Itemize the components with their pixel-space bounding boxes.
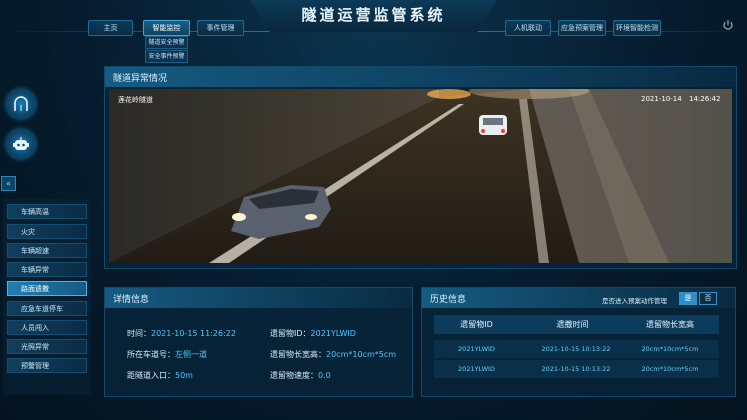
menu-item-speeding[interactable]: 车辆超速 [7, 243, 87, 258]
detail-size-label: 遗留物长宽高： [270, 350, 326, 359]
detail-distance-value: 50m [175, 371, 193, 380]
detail-time-value: 2021-10-15 11:26:22 [151, 329, 236, 338]
column-header-object-size: 遗留物长宽高 [646, 320, 694, 329]
nav-home-button[interactable]: 主页 [88, 20, 133, 36]
plan-action-switch-label: 是否进入预案动作管理 [602, 297, 667, 305]
detail-time: 时间：2021-10-15 11:26:22 [127, 328, 236, 339]
detail-speed: 遗留物速度：0.0 [270, 370, 331, 381]
detail-panel-header: 详情信息 [105, 288, 412, 308]
table-cell-object-size: 20cm*10cm*5cm [641, 345, 699, 353]
monitor-submenu: 隧道安全预警 安全事件预警 [145, 36, 188, 64]
tunnel-camera-image [109, 89, 732, 263]
camera-name-label: 莲花岭隧道 [118, 96, 153, 104]
submenu-item-event-warning[interactable]: 安全事件预警 [145, 50, 188, 63]
table-cell-spill-time: 2021-10-15 10:13:22 [541, 345, 611, 353]
alert-type-menu: 车辆高温 火灾 车辆超速 车辆异常 路面遗撒 应急车道停车 人员闯入 光照异常 … [3, 199, 91, 395]
submenu-item-safety-warning[interactable]: 隧道安全预警 [145, 36, 188, 49]
nav-monitor-button[interactable]: 智能监控 [143, 20, 190, 36]
app-root: 隧道运营监管系统 主页 智能监控 事件管理 隧道安全预警 安全事件预警 人机联动… [0, 0, 747, 420]
menu-item-vehicle-high-temp[interactable]: 车辆高温 [7, 204, 87, 219]
detail-size-value: 20cm*10cm*5cm [326, 350, 397, 359]
car-far [479, 115, 507, 135]
collapse-sidebar-button[interactable]: « [1, 176, 16, 191]
plan-action-no-button[interactable]: 否 [699, 292, 717, 305]
detail-lane-value: 左侧一道 [175, 350, 207, 359]
menu-item-lighting-abnormal[interactable]: 光照异常 [7, 339, 87, 354]
nav-events-button[interactable]: 事件管理 [197, 20, 244, 36]
nav-linkage-button[interactable]: 人机联动 [505, 20, 551, 36]
menu-item-road-spill[interactable]: 路面遗撒 [7, 281, 87, 296]
column-header-object-id: 遗留物ID [460, 320, 493, 329]
robot-icon[interactable] [7, 130, 35, 158]
menu-item-warning-management[interactable]: 预警管理 [7, 358, 87, 373]
history-panel-title: 历史信息 [430, 295, 467, 305]
video-panel-title: 隧道异常情况 [113, 74, 168, 84]
detail-speed-value: 0.0 [318, 371, 331, 380]
detail-distance: 距隧道入口：50m [127, 370, 193, 381]
detail-object-id-label: 遗留物ID： [270, 329, 311, 338]
detail-lane-label: 所在车道号： [127, 350, 175, 359]
menu-item-person-intrusion[interactable]: 人员闯入 [7, 320, 87, 335]
header: 隧道运营监管系统 主页 智能监控 事件管理 隧道安全预警 安全事件预警 人机联动… [0, 0, 747, 63]
detail-object-id-value: 2021YLWID [310, 329, 356, 338]
detail-object-id: 遗留物ID：2021YLWID [270, 328, 356, 339]
video-panel-header: 隧道异常情况 [105, 67, 736, 87]
camera-date: 2021-10-14 [641, 95, 682, 103]
menu-item-fire[interactable]: 火灾 [7, 224, 87, 239]
detail-lane: 所在车道号：左侧一道 [127, 349, 207, 360]
column-header-spill-time: 遗撒时间 [556, 320, 589, 329]
menu-item-emergency-lane-parking[interactable]: 应急车道停车 [7, 301, 87, 316]
table-cell-spill-time: 2021-10-15 10:13:22 [541, 365, 611, 373]
nav-emergency-plan-button[interactable]: 应急预案管理 [558, 20, 606, 36]
tunnel-icon[interactable] [7, 90, 35, 118]
camera-feed[interactable]: 莲花岭隧道 2021-10-14 14:26:42 [109, 89, 732, 263]
detail-panel-title: 详情信息 [113, 295, 150, 305]
detail-distance-label: 距隧道入口： [127, 371, 175, 380]
page-title: 隧道运营监管系统 [301, 6, 446, 24]
table-cell-object-id: 2021YLWID [458, 365, 495, 373]
detail-size: 遗留物长宽高：20cm*10cm*5cm [270, 349, 396, 360]
nav-environment-button[interactable]: 环境智能检测 [613, 20, 661, 36]
table-cell-object-size: 20cm*10cm*5cm [641, 365, 699, 373]
table-cell-object-id: 2021YLWID [458, 345, 495, 353]
camera-time: 14:26:42 [689, 95, 721, 103]
menu-item-vehicle-abnormal[interactable]: 车辆异常 [7, 262, 87, 277]
power-icon[interactable] [722, 19, 734, 31]
plan-action-yes-button[interactable]: 是 [679, 292, 697, 305]
detail-time-label: 时间： [127, 329, 151, 338]
detail-speed-label: 遗留物速度： [270, 371, 318, 380]
